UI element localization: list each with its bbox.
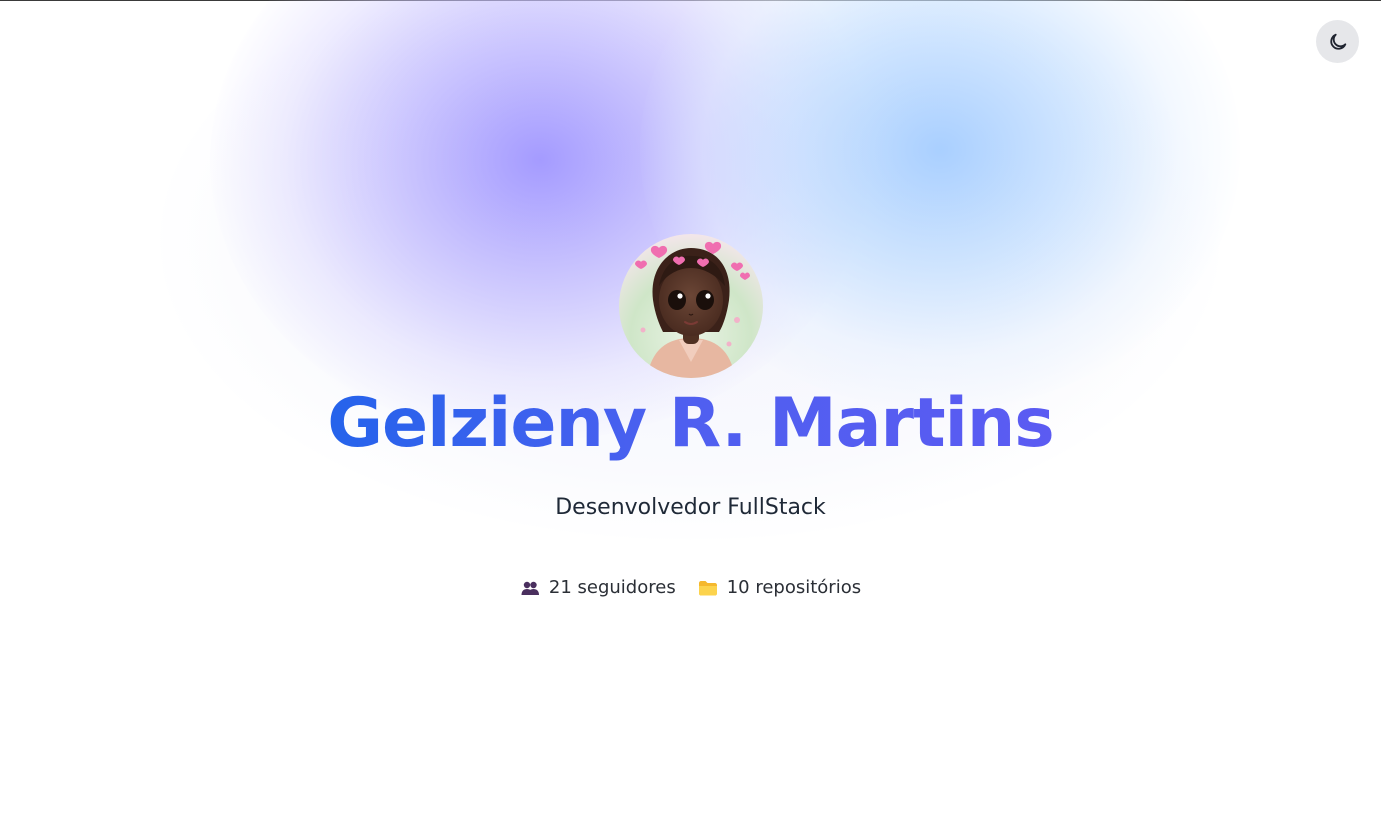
profile-name: Gelzieny R. Martins (327, 382, 1054, 466)
avatar-illustration (618, 234, 763, 378)
moon-icon (1327, 31, 1349, 53)
avatar (618, 234, 763, 378)
people-icon (520, 578, 540, 598)
profile-title: Desenvolvedor FullStack (555, 495, 826, 520)
folder-icon (698, 578, 718, 598)
followers-count: 21 seguidores (548, 577, 676, 598)
repos-count: 10 repositórios (726, 577, 862, 598)
followers-stat: 21 seguidores (520, 576, 676, 600)
profile-stats: 21 seguidores 10 repositórios (520, 576, 861, 600)
top-border (0, 0, 1381, 1)
repos-stat: 10 repositórios (698, 576, 861, 600)
profile-hero: Gelzieny R. Martins Desenvolvedor FullSt… (0, 234, 1381, 600)
theme-toggle-button[interactable] (1316, 20, 1359, 63)
